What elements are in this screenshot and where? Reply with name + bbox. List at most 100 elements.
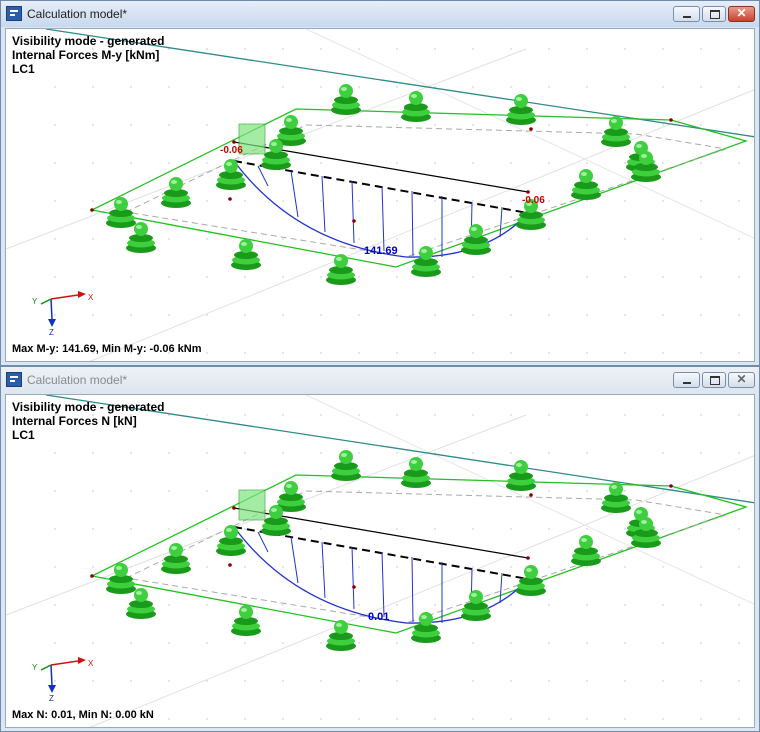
column-stub xyxy=(238,123,266,155)
maximize-button[interactable] xyxy=(702,372,726,388)
node-point xyxy=(526,556,530,560)
model-viewport[interactable]: -0.06 -0.06 141.69 X Y Z Visibility mode - ge… xyxy=(5,28,755,362)
support-icon xyxy=(216,159,246,190)
load-case-text: LC1 xyxy=(12,62,35,76)
support-icon xyxy=(231,239,261,270)
diagram-ordinate xyxy=(290,170,299,218)
x-axis-arrow xyxy=(50,660,79,666)
support-icon xyxy=(411,246,441,277)
z-axis-label: Z xyxy=(49,328,54,337)
title-bar[interactable]: Calculation model* ✕ xyxy=(1,367,759,393)
column-stub xyxy=(238,489,266,521)
max-value-label: 0.01 xyxy=(368,611,389,623)
z-axis-label: Z xyxy=(49,694,54,703)
y-axis-arrow xyxy=(40,298,52,305)
node-point xyxy=(526,190,530,194)
x-axis-label: X xyxy=(88,293,94,302)
x-arrowhead-icon xyxy=(78,291,86,298)
grid-line xyxy=(89,455,754,727)
close-icon: ✕ xyxy=(736,372,747,386)
support-icon xyxy=(161,177,191,208)
y-axis-label: Y xyxy=(32,297,38,306)
node-point xyxy=(352,219,356,223)
z-arrowhead-icon xyxy=(48,319,56,327)
model-graphics: 0.01 X Y Z xyxy=(6,395,754,727)
close-button[interactable]: ✕ xyxy=(728,372,755,388)
min-value-label: -0.06 xyxy=(522,195,545,206)
support-icon xyxy=(506,94,536,125)
support-icon xyxy=(411,612,441,643)
support-icon xyxy=(601,116,631,147)
support-icon xyxy=(516,565,546,596)
node-point xyxy=(90,574,94,578)
node-point xyxy=(529,493,533,497)
x-axis-arrow xyxy=(50,294,79,300)
visibility-mode-text: Visibility mode - generated xyxy=(12,400,165,414)
title-bar[interactable]: Calculation model* ✕ xyxy=(1,1,759,27)
diagram-ordinate xyxy=(411,556,414,623)
support-icon xyxy=(601,482,631,513)
result-type-text: Internal Forces N [kN] xyxy=(12,414,137,428)
window-title: Calculation model* xyxy=(27,7,128,21)
min-value-label: -0.06 xyxy=(220,145,243,156)
node-point xyxy=(352,585,356,589)
support-icon xyxy=(331,84,361,115)
max-value-label: 141.69 xyxy=(364,245,398,257)
diagram-ordinate xyxy=(257,165,269,187)
grid-line xyxy=(6,48,527,250)
model-graphics: -0.06 -0.06 141.69 X Y Z xyxy=(6,29,754,361)
node-point xyxy=(529,127,533,131)
support-icon xyxy=(506,460,536,491)
support-icon xyxy=(161,543,191,574)
grid-line xyxy=(6,414,527,616)
support-icon xyxy=(231,605,261,636)
minimize-button[interactable] xyxy=(673,6,700,22)
support-icon xyxy=(571,169,601,200)
diagram-ordinate xyxy=(351,180,355,244)
node-point xyxy=(232,506,236,510)
info-panel: Visibility mode - generated Internal For… xyxy=(12,34,164,76)
node-point xyxy=(669,118,673,122)
close-button[interactable]: ✕ xyxy=(728,6,755,22)
grid-line xyxy=(89,89,754,361)
load-case-text: LC1 xyxy=(12,428,35,442)
app-icon xyxy=(6,6,22,21)
z-arrowhead-icon xyxy=(48,685,56,693)
node-point xyxy=(90,208,94,212)
diagram-ordinate xyxy=(411,190,414,257)
window-title: Calculation model* xyxy=(27,373,128,387)
support-icon xyxy=(461,224,491,255)
x-axis-label: X xyxy=(88,659,94,668)
support-icon xyxy=(106,197,136,228)
info-panel: Visibility mode - generated Internal For… xyxy=(12,400,164,442)
node-point xyxy=(669,484,673,488)
app-icon xyxy=(6,372,22,387)
result-summary: Max M-y: 141.69, Min M-y: -0.06 kNm xyxy=(12,343,202,355)
minimize-button[interactable] xyxy=(673,372,700,388)
diagram-ordinate xyxy=(499,206,503,238)
diagram-ordinate xyxy=(321,541,326,599)
z-axis-arrow xyxy=(50,664,53,686)
y-axis-label: Y xyxy=(32,663,38,672)
visibility-mode-text: Visibility mode - generated xyxy=(12,34,165,48)
diagram-ordinate xyxy=(321,175,326,233)
diagram-ordinate xyxy=(499,572,503,604)
diagram-ordinate xyxy=(257,531,269,553)
result-summary: Max N: 0.01, Min N: 0.00 kN xyxy=(12,709,154,721)
node-point xyxy=(228,563,232,567)
support-icon xyxy=(461,590,491,621)
node-point xyxy=(228,197,232,201)
diagram-ordinate xyxy=(290,536,299,584)
diagram-ordinate xyxy=(351,546,355,610)
model-window-bottom: Calculation model* ✕ 0.01 X Y Z Visibility … xyxy=(0,366,760,732)
model-viewport[interactable]: 0.01 X Y Z Visibility mode - generated Inte… xyxy=(5,394,755,728)
model-window-top: Calculation model* ✕ -0.06 -0.06 141.69 X Y Z… xyxy=(0,0,760,366)
maximize-button[interactable] xyxy=(702,6,726,22)
close-icon: ✕ xyxy=(736,6,747,20)
z-axis-arrow xyxy=(50,298,53,320)
support-icon xyxy=(331,450,361,481)
support-icon xyxy=(106,563,136,594)
node-point xyxy=(232,140,236,144)
x-arrowhead-icon xyxy=(78,657,86,664)
support-icon xyxy=(571,535,601,566)
